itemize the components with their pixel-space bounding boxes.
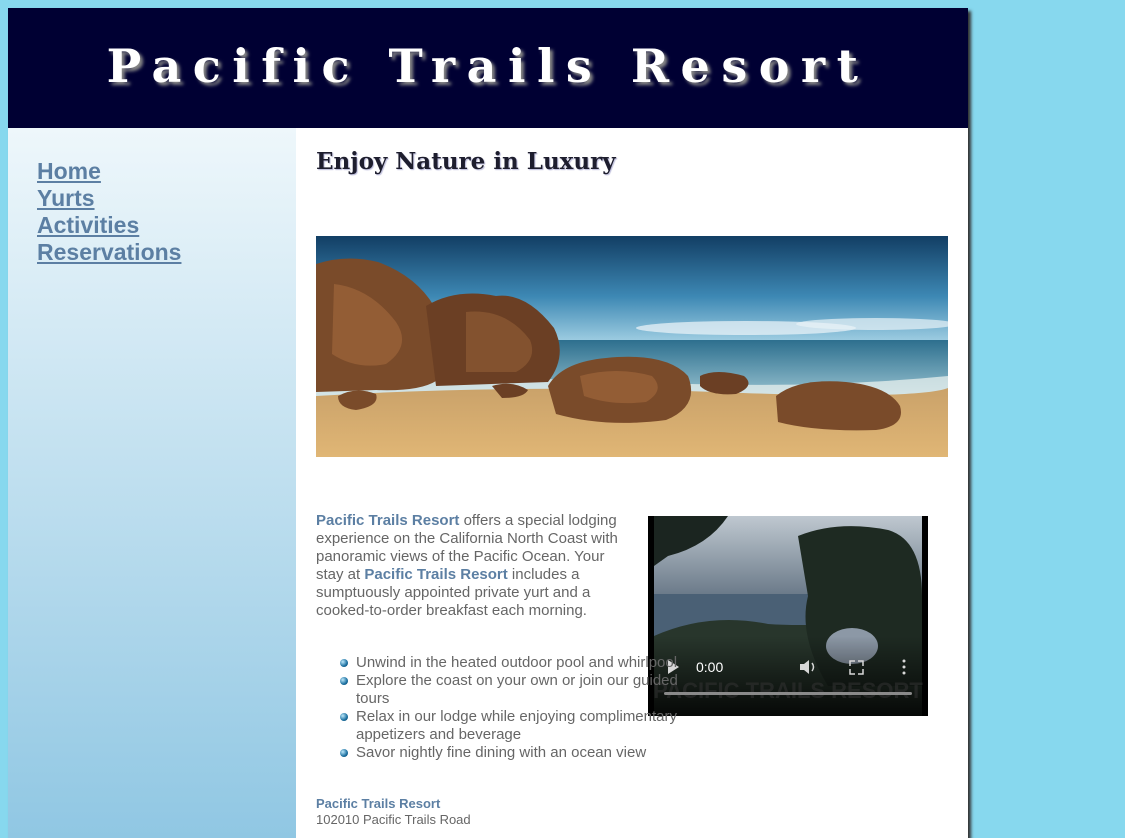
bullet-icon	[340, 677, 348, 685]
nav-item-reservations: Reservations	[37, 239, 296, 266]
feature-item: Explore the coast on your own or join ou…	[340, 672, 696, 708]
video-progress-bar[interactable]	[664, 692, 912, 695]
nav-item-activities: Activities	[37, 212, 296, 239]
contact-name: Pacific Trails Resort	[316, 796, 441, 811]
nav-link-yurts[interactable]: Yurts	[37, 185, 95, 211]
nav-link-activities[interactable]: Activities	[37, 212, 139, 238]
sidebar-nav: Home Yurts Activities Reservations	[8, 128, 296, 838]
coast-hero-image	[316, 236, 948, 457]
more-options-icon[interactable]	[902, 659, 906, 675]
bullet-icon	[340, 659, 348, 667]
site-header: Pacific Trails Resort	[8, 8, 968, 128]
page-heading: Enjoy Nature in Luxury	[316, 148, 616, 175]
contact-address: 102010 Pacific Trails Road	[316, 812, 471, 827]
bullet-icon	[340, 749, 348, 757]
resort-name-highlight-2: Pacific Trails Resort	[364, 566, 508, 583]
nav-item-yurts: Yurts	[37, 185, 296, 212]
feature-list: Unwind in the heated outdoor pool and wh…	[316, 654, 696, 762]
video-time: 0:00	[696, 659, 723, 675]
contact-info: Pacific Trails Resort 102010 Pacific Tra…	[316, 796, 471, 828]
site-title: Pacific Trails Resort	[106, 39, 870, 93]
page-wrapper: Pacific Trails Resort Home Yurts Activit…	[8, 8, 968, 838]
intro-paragraph: Pacific Trails Resort offers a special l…	[316, 512, 621, 620]
main-content: Enjoy Nature in Luxury Pacific Trails Re…	[296, 128, 968, 838]
feature-item: Unwind in the heated outdoor pool and wh…	[340, 654, 696, 672]
feature-item: Savor nightly fine dining with an ocean …	[340, 744, 696, 762]
nav-list: Home Yurts Activities Reservations	[8, 128, 296, 266]
nav-link-home[interactable]: Home	[37, 158, 101, 184]
nav-item-home: Home	[37, 158, 296, 185]
resort-name-highlight: Pacific Trails Resort	[316, 512, 460, 529]
nav-link-reservations[interactable]: Reservations	[37, 239, 181, 265]
feature-item: Relax in our lodge while enjoying compli…	[340, 708, 696, 744]
bullet-icon	[340, 713, 348, 721]
